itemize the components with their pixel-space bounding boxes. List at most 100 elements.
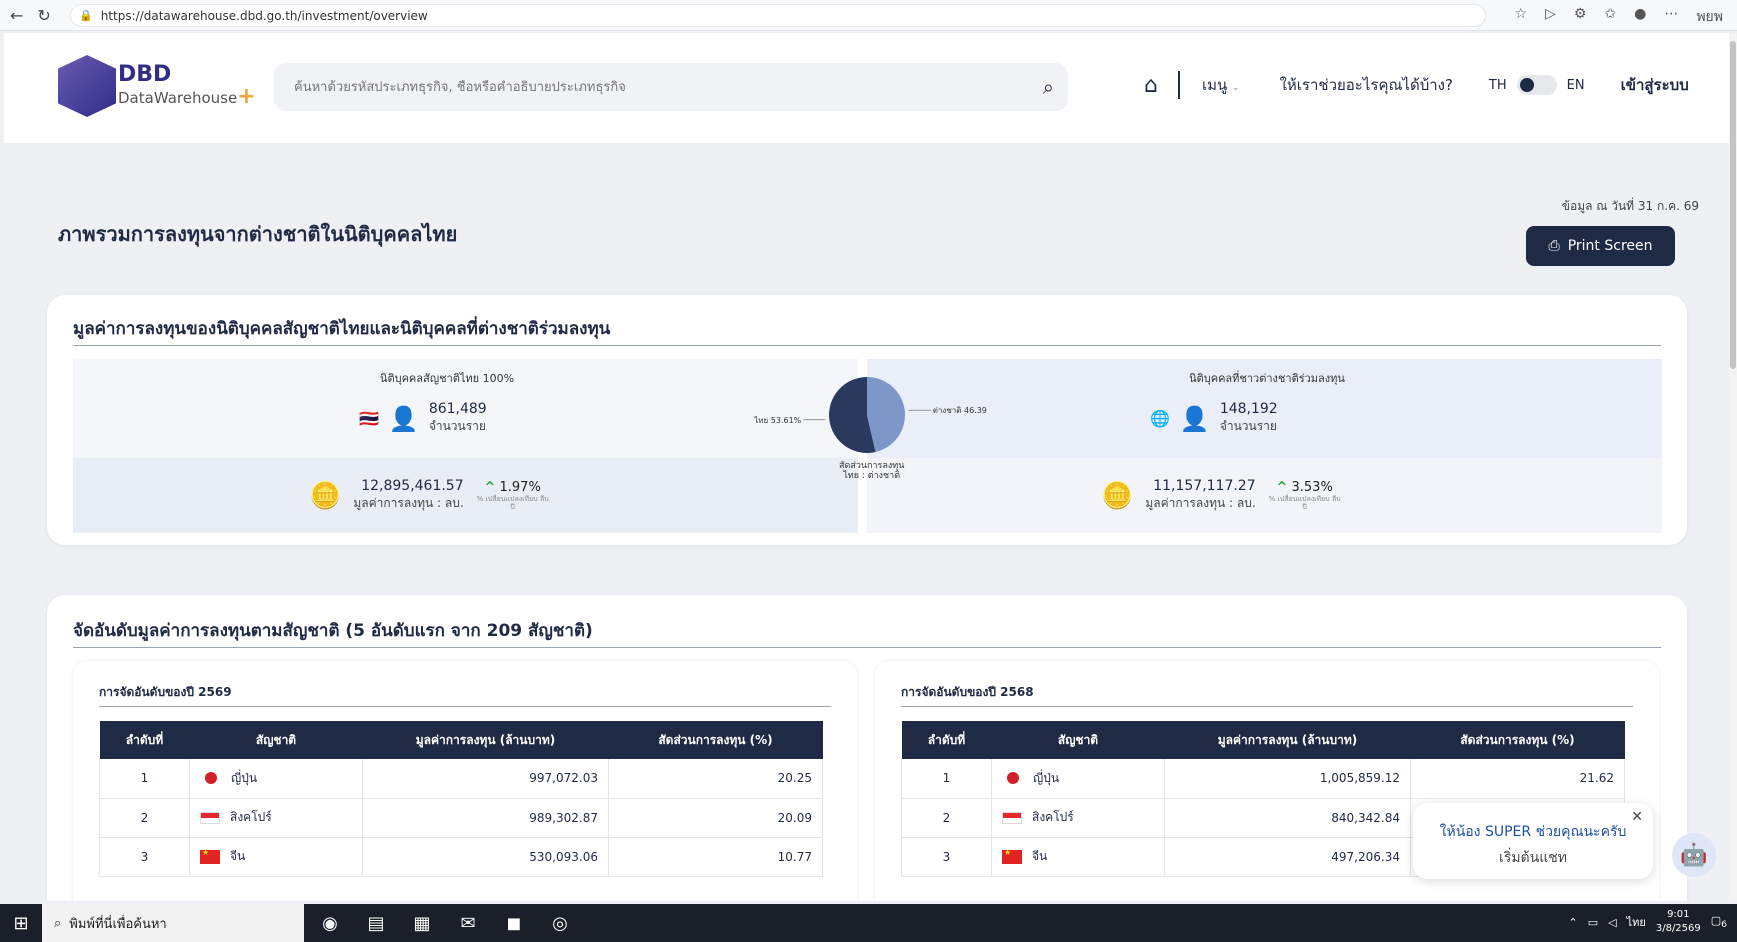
outlook-icon[interactable]: ✉ [456, 913, 480, 934]
print-screen-button[interactable]: ⎙ Print Screen [1526, 226, 1675, 266]
language-indicator[interactable]: ไทย [1627, 913, 1646, 931]
favorite-star-icon[interactable]: ☆ [1514, 6, 1527, 28]
line-app-icon[interactable]: ◼ [502, 913, 526, 934]
col-value: มูลค่าการลงทุน (ล้านบาท) [1164, 721, 1411, 759]
thai-count-value: 861,489 [428, 401, 487, 417]
col-nationality: สัญชาติ [189, 721, 363, 759]
foreign-investment-value: 11,157,117.27 [1153, 478, 1256, 494]
dbd-logo[interactable]: DBD DataWarehouse+ [58, 55, 256, 117]
thai-change-note: % เปลี่ยนแปลงเทียบ ลีบปี [476, 495, 549, 511]
sg-flag-icon [200, 811, 220, 824]
chat-popup[interactable]: ✕ ให้น้อง SUPER ช่วยคุณนะครับ เริ่มต้นแช… [1413, 803, 1653, 879]
thai-investment-label: มูลค่าการลงทุน : ลบ. [353, 496, 464, 510]
globe-icon: 🌐 [1150, 409, 1170, 428]
cn-flag-icon [1002, 848, 1022, 864]
profile-label[interactable]: พยพ [1696, 6, 1723, 28]
chrome-icon[interactable]: ◎ [548, 913, 572, 934]
chatbot-avatar-icon[interactable]: 🤖 [1672, 833, 1716, 877]
pie-label-foreign: ต่างชาติ 46.39% [933, 406, 987, 415]
site-header: DBD DataWarehouse+ ⌕ ⌂ เมนู ⌄ ให้เราช่วย… [4, 33, 1729, 143]
pie-caption: สัดส่วนการลงทุน ไทย : ต่างชาติ [839, 461, 904, 481]
back-icon[interactable]: ← [10, 6, 23, 25]
table-row: 1 ญี่ปุ่น 997,072.03 20.25 [99, 759, 823, 799]
rank-cell: 3 [901, 837, 992, 877]
scrollbar-thumb[interactable] [1730, 41, 1736, 369]
ranking-2569-card: การจัดอันดับของปี 2569 ลำดับที่ สัญชาติ … [73, 661, 857, 901]
language-toggle[interactable]: TH EN [1489, 75, 1585, 95]
language-switch[interactable] [1516, 75, 1557, 95]
rank-cell: 1 [99, 759, 190, 799]
menu-dropdown[interactable]: เมนู ⌄ [1202, 73, 1240, 97]
nav-divider [1177, 71, 1180, 99]
chevron-up-icon[interactable]: ⌃ [1569, 916, 1578, 929]
foreign-count: 🌐 👤 148,192 จำนวนราย [1150, 401, 1278, 436]
clock[interactable]: 9:01 3/8/2569 [1656, 908, 1701, 936]
windows-start-icon[interactable]: ⊞ [0, 913, 42, 934]
switch-knob [1519, 78, 1534, 92]
ranking-2569-body: 1 ญี่ปุ่น 997,072.03 20.25 2 สิงคโปร์ 989,302.… [99, 759, 823, 877]
nationality-cell: ญี่ปุ่น [991, 759, 1165, 799]
nationality-cell: สิงคโปร์ [991, 798, 1165, 838]
nationality-name: สิงคโปร์ [1032, 810, 1074, 824]
clock-date: 3/8/2569 [1655, 923, 1701, 934]
sg-flag-icon [1002, 811, 1022, 824]
logo-abbr: DBD [118, 61, 172, 87]
chevron-down-icon: ⌄ [1232, 83, 1240, 93]
store-icon[interactable]: ▦ [410, 913, 434, 934]
rank-cell: 3 [99, 837, 190, 877]
value-cell: 497,206.34 [1164, 837, 1411, 877]
search-input[interactable] [294, 79, 1014, 95]
coins-icon: 🪙 [309, 480, 342, 511]
home-icon[interactable]: ⌂ [1144, 73, 1158, 98]
col-rank: ลำดับที่ [99, 721, 190, 759]
file-explorer-icon[interactable]: ▤ [364, 913, 388, 934]
network-icon[interactable]: ▭ [1588, 916, 1598, 929]
heading-divider [73, 345, 1661, 346]
cast-icon[interactable]: ▷ [1545, 6, 1556, 28]
refresh-icon[interactable]: ↻ [37, 6, 50, 25]
investment-value-card: มูลค่าการลงทุนของนิติบุคคลสัญชาติไทยและน… [47, 295, 1687, 545]
help-link[interactable]: ให้เราช่วยอะไรคุณได้บ้าง? [1280, 73, 1453, 97]
foreign-change-note: % เปลี่ยนแปลงเทียบ ลีบปี [1268, 495, 1341, 511]
nationality-cell: จีน [189, 837, 363, 877]
value-cell: 1,005,859.12 [1164, 759, 1411, 799]
foreign-panel-title: นิติบุคคลที่ชาวต่างชาติร่วมลงทุน [1189, 372, 1345, 385]
volume-icon[interactable]: ◁ [1608, 916, 1616, 929]
more-icon[interactable]: ⋯ [1664, 6, 1678, 28]
favorites-icon[interactable]: ✩ [1604, 6, 1616, 28]
logo-text: DataWarehouse [118, 88, 238, 107]
logo-cube-icon [58, 55, 116, 117]
search-box: ⌕ [274, 63, 1068, 111]
profile-avatar[interactable]: ● [1634, 6, 1646, 28]
taskbar-search[interactable]: ⌕ พิมพ์ที่นี่เพื่อค้นหา [42, 904, 304, 942]
start-chat-link[interactable]: เริ่มต้นแชท [1413, 847, 1653, 869]
nationality-name: จีน [1032, 849, 1048, 863]
edge-icon[interactable]: ◉ [318, 913, 342, 934]
os-taskbar: ⊞ ⌕ พิมพ์ที่นี่เพื่อค้นหา ◉ ▤ ▦ ✉ ◼ ◎ ⌃ … [0, 904, 1737, 942]
page-scrollbar[interactable] [1729, 33, 1737, 901]
rank-cell: 2 [901, 798, 992, 838]
pie-caption-line2: ไทย : ต่างชาติ [843, 471, 901, 481]
share-cell: 20.25 [608, 759, 823, 799]
value-cell: 840,342.84 [1164, 798, 1411, 838]
address-bar[interactable]: 🔒 https://datawarehouse.dbd.go.th/invest… [70, 4, 1486, 27]
nationality-cell: สิงคโปร์ [189, 798, 363, 838]
person-icon: 👤 [1179, 404, 1210, 433]
notification-icon[interactable]: ▢6 [1711, 914, 1727, 930]
arrow-up-icon: ^ [484, 480, 496, 495]
value-cell: 530,093.06 [362, 837, 609, 877]
ranking-2569-table: ลำดับที่ สัญชาติ มูลค่าการลงทุน (ล้านบาท… [99, 721, 823, 877]
url-text[interactable]: https://datawarehouse.dbd.go.th/investme… [101, 9, 428, 23]
close-icon[interactable]: ✕ [1631, 809, 1643, 825]
login-link[interactable]: เข้าสู่ระบบ [1621, 73, 1689, 97]
search-icon[interactable]: ⌕ [1043, 75, 1054, 99]
nationality-name: ญี่ปุ่น [1033, 770, 1060, 785]
cn-flag-icon [200, 848, 220, 864]
arrow-up-icon: ^ [1276, 480, 1288, 495]
thailand-flag-icon: 🇹🇭 [359, 409, 379, 428]
subheading-divider [901, 706, 1633, 707]
foreign-count-label: จำนวนราย [1219, 419, 1277, 433]
nationality-cell: จีน [991, 837, 1165, 877]
foreign-investment-label: มูลค่าการลงทุน : ลบ. [1145, 496, 1256, 510]
extensions-icon[interactable]: ⚙ [1574, 6, 1587, 28]
